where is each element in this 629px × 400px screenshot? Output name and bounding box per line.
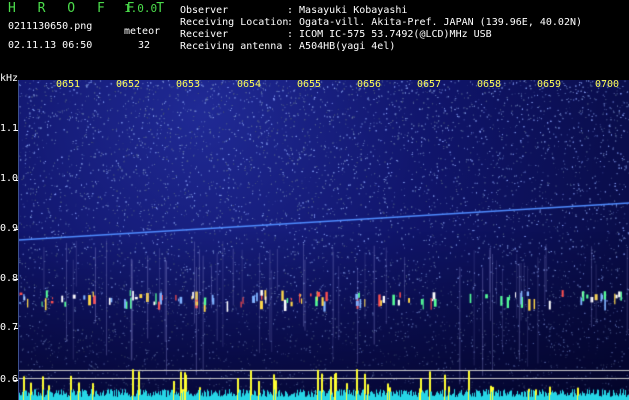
timestamp: 02.11.13 06:50 (8, 40, 93, 51)
y-tick (14, 328, 18, 329)
y-axis-line (18, 80, 19, 400)
observer-label: Observer (180, 5, 229, 16)
x-time-label: 0659 (537, 79, 562, 90)
meteor-count-value: 32 (138, 40, 151, 51)
x-time-label: 0654 (237, 79, 262, 90)
file-name: 0211130650.png (8, 21, 93, 32)
spectrogram (19, 80, 629, 400)
receiver-value: : ICOM IC-575 53.7492(@LCD)MHz USB (287, 29, 492, 40)
hroft-window: H R O F F T 1.0.0 0211130650.png meteor … (0, 0, 629, 400)
y-tick-label: 1.1 (0, 123, 19, 134)
y-tick (14, 279, 18, 280)
spectrogram-canvas (19, 80, 629, 400)
meteor-count-label: meteor (124, 26, 161, 37)
y-axis-unit: kHz (0, 73, 19, 84)
x-time-label: 0652 (116, 79, 141, 90)
y-tick (14, 380, 18, 381)
app-version: 1.0.0 (124, 2, 158, 15)
y-tick (14, 229, 18, 230)
x-time-label: 0658 (477, 79, 502, 90)
location-value: : Ogata-vill. Akita-Pref. JAPAN (139.96E… (287, 17, 583, 28)
x-time-label: 0651 (56, 79, 81, 90)
antenna-label: Receiving antenna (180, 41, 283, 52)
x-time-label: 0657 (417, 79, 442, 90)
y-tick (14, 130, 18, 131)
antenna-value: : A504HB(yagi 4el) (287, 41, 396, 52)
x-time-label: 0655 (297, 79, 322, 90)
y-tick (14, 180, 18, 181)
x-time-label: 0653 (176, 79, 201, 90)
x-time-label: 0656 (357, 79, 382, 90)
x-time-label: 0700 (595, 79, 620, 90)
receiver-label: Receiver (180, 29, 229, 40)
y-tick-label: 1.0 (0, 173, 19, 184)
location-label: Receiving Location (180, 17, 289, 28)
observer-value: : Masayuki Kobayashi (287, 5, 408, 16)
